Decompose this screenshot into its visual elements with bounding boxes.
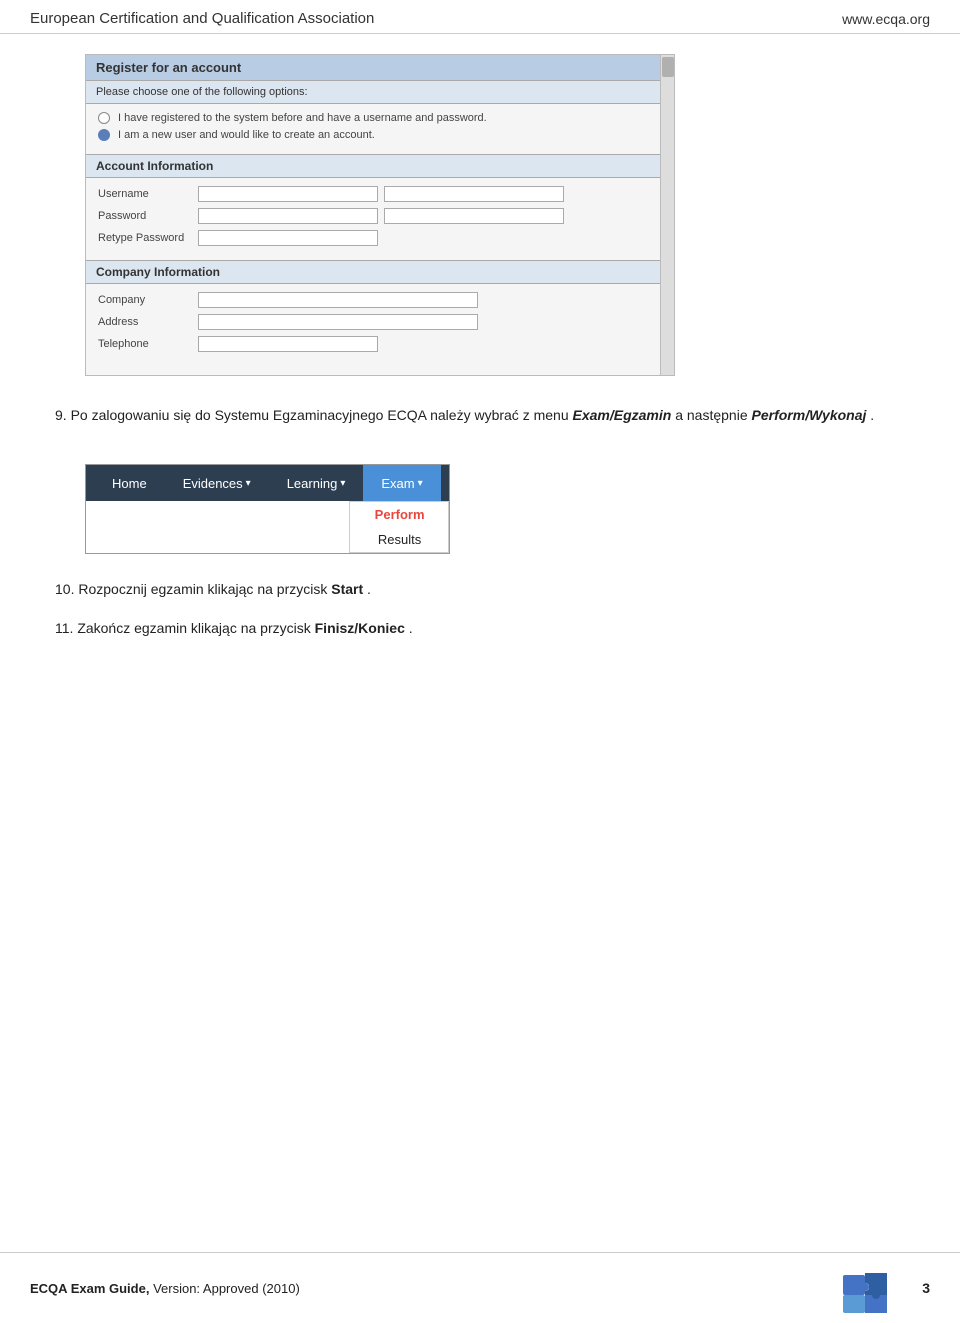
paragraph-9: 9. Po zalogowaniu się do Systemu Egzamin…: [55, 404, 905, 426]
para10-end: .: [367, 581, 371, 597]
para9-text: Po zalogowaniu się do Systemu Egzaminacy…: [71, 407, 573, 423]
evidences-arrow-icon: ▾: [246, 478, 251, 489]
nav-learning-label: Learning: [287, 476, 338, 491]
option-1-row: I have registered to the system before a…: [98, 112, 662, 124]
website-url: www.ecqa.org: [842, 11, 930, 27]
page-footer: ECQA Exam Guide, Version: Approved (2010…: [0, 1252, 960, 1323]
registration-form-screenshot: Register for an account Please choose on…: [85, 54, 675, 376]
navbar-screenshot: Home Evidences ▾ Learning ▾ Exam ▾ Perfo…: [85, 464, 450, 554]
para11-number: 11.: [55, 620, 77, 636]
address-input[interactable]: [198, 314, 478, 330]
exam-arrow-icon: ▾: [418, 478, 423, 489]
option-2-label: I am a new user and would like to create…: [118, 129, 375, 141]
radio-option-1[interactable]: [98, 112, 110, 124]
footer-left: ECQA Exam Guide, Version: Approved (2010…: [30, 1281, 300, 1296]
footer-guide-name: ECQA Exam Guide,: [30, 1281, 149, 1296]
learning-arrow-icon: ▾: [340, 478, 345, 489]
account-fields: Username Password Retype Password: [86, 178, 674, 260]
puzzle-icon: [841, 1263, 906, 1313]
organization-title: European Certification and Qualification…: [30, 10, 374, 27]
form-options: I have registered to the system before a…: [86, 104, 674, 154]
para9-end: .: [870, 407, 874, 423]
username-label: Username: [98, 188, 198, 200]
nav-exam-label: Exam: [381, 476, 414, 491]
form-title: Register for an account: [86, 55, 674, 81]
nav-evidences[interactable]: Evidences ▾: [165, 465, 269, 501]
para9-bold1: Exam/Egzamin: [573, 407, 672, 423]
para11-text: Zakończ egzamin klikając na przycisk: [77, 620, 314, 636]
dropdown-perform[interactable]: Perform: [350, 502, 450, 527]
para11-bold: Finisz/Koniec: [315, 620, 405, 636]
page-content: Register for an account Please choose on…: [0, 34, 960, 735]
retype-password-row: Retype Password: [98, 230, 662, 246]
telephone-label: Telephone: [98, 338, 198, 350]
para10-number: 10.: [55, 581, 78, 597]
para10-text: Rozpocznij egzamin klikając na przycisk: [78, 581, 331, 597]
radio-option-2[interactable]: [98, 129, 110, 141]
footer-right-area: 3: [841, 1263, 930, 1313]
para11-end: .: [409, 620, 413, 636]
address-label: Address: [98, 316, 198, 328]
company-label: Company: [98, 294, 198, 306]
nav-evidences-label: Evidences: [183, 476, 243, 491]
page-header: European Certification and Qualification…: [0, 0, 960, 34]
para9-mid: a następnie: [675, 407, 751, 423]
option-1-label: I have registered to the system before a…: [118, 112, 487, 124]
company-input[interactable]: [198, 292, 478, 308]
account-section-label: Account Information: [86, 154, 674, 178]
dropdown-wrapper: Perform Results: [86, 501, 449, 553]
option-2-row: I am a new user and would like to create…: [98, 129, 662, 141]
form-instruction: Please choose one of the following optio…: [86, 81, 674, 104]
telephone-row: Telephone: [98, 336, 662, 352]
nav-exam[interactable]: Exam ▾: [363, 465, 440, 501]
password-input-2[interactable]: [384, 208, 564, 224]
paragraph-11: 11. Zakończ egzamin klikając na przycisk…: [55, 617, 905, 639]
para9-number: 9.: [55, 407, 67, 423]
scrollbar[interactable]: [660, 55, 674, 375]
para9-bold2: Perform/Wykonaj: [752, 407, 867, 423]
retype-password-input[interactable]: [198, 230, 378, 246]
address-row: Address: [98, 314, 662, 330]
retype-password-label: Retype Password: [98, 232, 198, 244]
company-section-label: Company Information: [86, 260, 674, 284]
password-label: Password: [98, 210, 198, 222]
page-number: 3: [922, 1280, 930, 1296]
username-input-2[interactable]: [384, 186, 564, 202]
company-fields: Company Address Telephone: [86, 284, 674, 366]
company-row: Company: [98, 292, 662, 308]
nav-bar: Home Evidences ▾ Learning ▾ Exam ▾: [86, 465, 449, 501]
nav-home[interactable]: Home: [94, 465, 165, 501]
password-row: Password: [98, 208, 662, 224]
nav-learning[interactable]: Learning ▾: [269, 465, 364, 501]
exam-dropdown: Perform Results: [349, 501, 449, 553]
username-row: Username: [98, 186, 662, 202]
username-input[interactable]: [198, 186, 378, 202]
nav-home-label: Home: [112, 476, 147, 491]
paragraph-10: 10. Rozpocznij egzamin klikając na przyc…: [55, 578, 905, 600]
password-input[interactable]: [198, 208, 378, 224]
para10-bold: Start: [331, 581, 363, 597]
footer-version: Version: Approved (2010): [153, 1281, 300, 1296]
telephone-input[interactable]: [198, 336, 378, 352]
dropdown-results[interactable]: Results: [350, 527, 450, 552]
